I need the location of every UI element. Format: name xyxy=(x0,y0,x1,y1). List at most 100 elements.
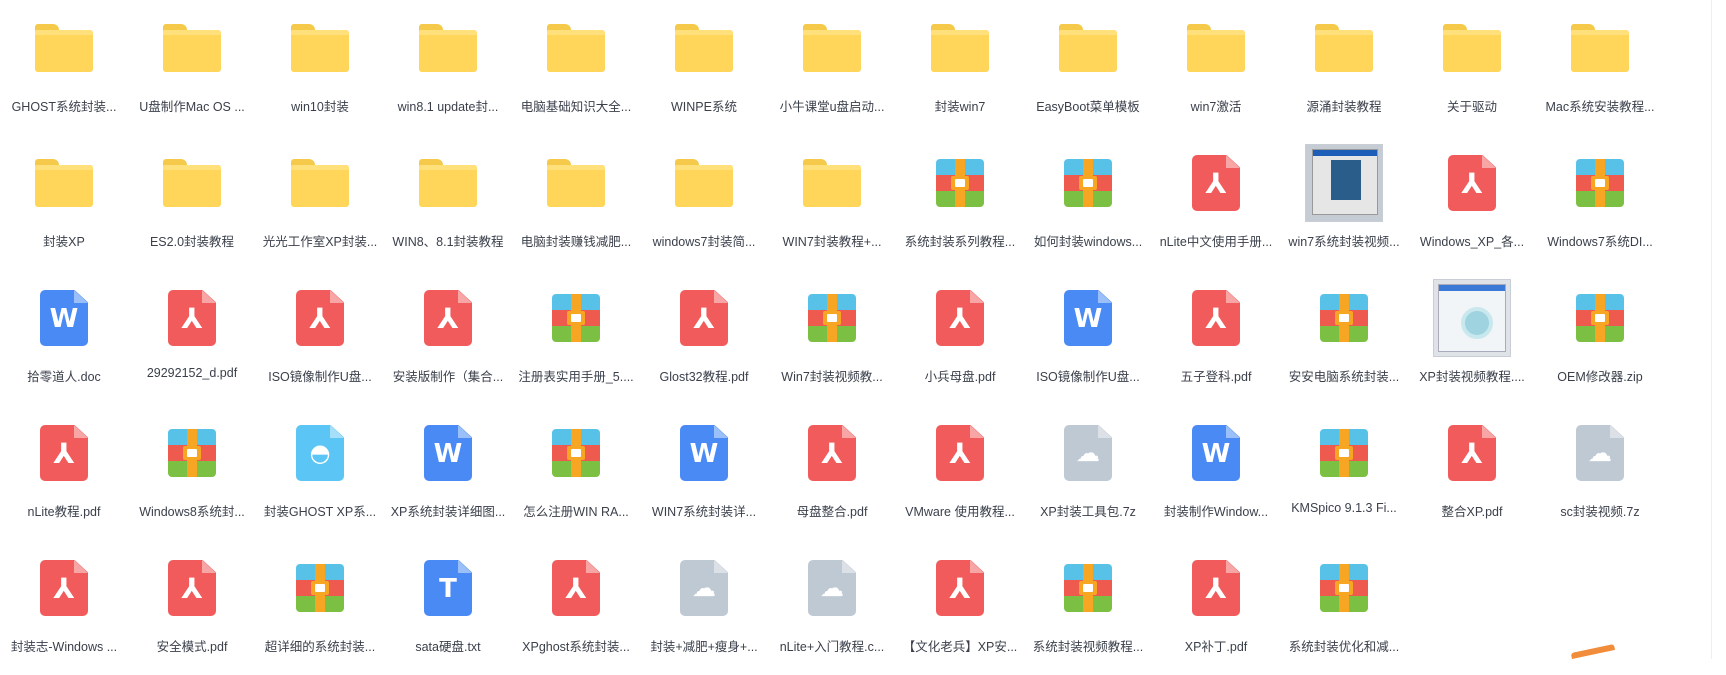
file-item-icon: ⅄ xyxy=(0,417,128,489)
file-item[interactable]: ⅄ XP补丁.pdf xyxy=(1152,540,1280,675)
file-item[interactable]: 封装XP xyxy=(0,135,128,270)
file-item[interactable]: 超详细的系统封装... xyxy=(256,540,384,675)
file-item-label: OEM修改器.zip xyxy=(1557,370,1643,384)
folder-icon xyxy=(547,159,605,207)
file-item[interactable]: Tsata硬盘.txt xyxy=(384,540,512,675)
pdf-icon: ⅄ xyxy=(552,560,600,616)
file-item-icon xyxy=(384,147,512,219)
file-item[interactable]: ⅄ ISO镜像制作U盘... xyxy=(256,270,384,405)
archive-icon xyxy=(1320,294,1368,342)
file-item-label: Windows8系统封... xyxy=(139,505,245,519)
word-doc-icon: W xyxy=(424,425,472,481)
file-item-label: XP封装工具包.7z xyxy=(1040,505,1136,519)
folder-icon xyxy=(1443,24,1501,72)
file-item[interactable]: WINPE系统 xyxy=(640,0,768,135)
file-item[interactable]: ⅄ 封装志-Windows ... xyxy=(0,540,128,675)
file-item-label: WIN7封装教程+... xyxy=(782,235,882,249)
pdf-icon: ⅄ xyxy=(168,560,216,616)
file-item[interactable]: ⅄ 整合XP.pdf xyxy=(1408,405,1536,540)
file-item[interactable]: ⅄ 小兵母盘.pdf xyxy=(896,270,1024,405)
file-item[interactable]: W ISO镜像制作U盘... xyxy=(1024,270,1152,405)
file-item[interactable]: ⅄ 【文化老兵】XP安... xyxy=(896,540,1024,675)
file-item[interactable]: ☁ XP封装工具包.7z xyxy=(1024,405,1152,540)
file-item[interactable]: GHOST系统封装... xyxy=(0,0,128,135)
folder-icon xyxy=(1571,24,1629,72)
file-item[interactable]: XP封装视频教程.... xyxy=(1408,270,1536,405)
file-item-label: XPghost系统封装... xyxy=(522,640,630,654)
file-item[interactable]: ☁ sc封装视频.7z xyxy=(1536,405,1664,540)
file-item[interactable]: OEM修改器.zip xyxy=(1536,270,1664,405)
file-item[interactable]: ⅄ VMware 使用教程... xyxy=(896,405,1024,540)
file-item[interactable]: 安安电脑系统封装... xyxy=(1280,270,1408,405)
archive-icon xyxy=(1320,564,1368,612)
file-item-icon xyxy=(896,147,1024,219)
file-item-label: win10封装 xyxy=(291,100,349,114)
empty-slot xyxy=(1536,540,1664,675)
file-item[interactable]: ⅄ 母盘整合.pdf xyxy=(768,405,896,540)
file-item[interactable]: win7系统封装视频... xyxy=(1280,135,1408,270)
file-item[interactable]: Mac系统安装教程... xyxy=(1536,0,1664,135)
file-item[interactable]: 系统封装系列教程... xyxy=(896,135,1024,270)
file-item-icon xyxy=(384,12,512,84)
file-item[interactable]: Windows7系统DI... xyxy=(1536,135,1664,270)
scrollbar-track[interactable] xyxy=(1716,0,1726,659)
file-item[interactable]: win7激活 xyxy=(1152,0,1280,135)
file-item[interactable]: 怎么注册WIN RA... xyxy=(512,405,640,540)
file-item[interactable]: W 封装制作Window... xyxy=(1152,405,1280,540)
file-item[interactable]: ☁ nLite+入门教程.c... xyxy=(768,540,896,675)
file-item-label: 拾零道人.doc xyxy=(27,370,101,384)
file-item[interactable]: win10封装 xyxy=(256,0,384,135)
file-item[interactable]: ⅄ Windows_XP_各... xyxy=(1408,135,1536,270)
file-item[interactable]: ⅄ Glost32教程.pdf xyxy=(640,270,768,405)
file-item[interactable]: 源涌封装教程 xyxy=(1280,0,1408,135)
file-item[interactable]: 封装win7 xyxy=(896,0,1024,135)
file-item[interactable]: ◓ 封装GHOST XP系... xyxy=(256,405,384,540)
file-item[interactable]: EasyBoot菜单模板 xyxy=(1024,0,1152,135)
file-item[interactable]: ⅄ nLite中文使用手册... xyxy=(1152,135,1280,270)
file-item[interactable]: WIN8、8.1封装教程 xyxy=(384,135,512,270)
file-item[interactable]: ⅄ 安装版制作（集合... xyxy=(384,270,512,405)
file-item[interactable]: win8.1 update封... xyxy=(384,0,512,135)
file-item-label: XP封装视频教程.... xyxy=(1419,370,1525,384)
file-item[interactable]: ⅄ XPghost系统封装... xyxy=(512,540,640,675)
file-item[interactable]: U盘制作Mac OS ... xyxy=(128,0,256,135)
file-item[interactable]: WIN7封装教程+... xyxy=(768,135,896,270)
file-item[interactable]: Windows8系统封... xyxy=(128,405,256,540)
file-item[interactable]: ⅄ nLite教程.pdf xyxy=(0,405,128,540)
file-item[interactable]: 电脑封装赚钱减肥... xyxy=(512,135,640,270)
file-item[interactable]: W 拾零道人.doc xyxy=(0,270,128,405)
file-item-label: 小牛课堂u盘启动... xyxy=(779,100,885,114)
file-item[interactable]: W XP系统封装详细图... xyxy=(384,405,512,540)
file-item[interactable]: ⅄ 五子登科.pdf xyxy=(1152,270,1280,405)
file-item-label: 安全模式.pdf xyxy=(156,640,228,654)
file-item-label: win7激活 xyxy=(1190,100,1242,114)
file-item-icon xyxy=(128,147,256,219)
file-item[interactable]: ⅄ 安全模式.pdf xyxy=(128,540,256,675)
file-item-label: 封装制作Window... xyxy=(1163,505,1269,519)
file-item-label: nLite教程.pdf xyxy=(27,505,101,519)
file-item[interactable]: 关于驱动 xyxy=(1408,0,1536,135)
pdf-icon: ⅄ xyxy=(1192,155,1240,211)
pdf-icon: ⅄ xyxy=(680,290,728,346)
file-item[interactable]: 如何封装windows... xyxy=(1024,135,1152,270)
file-item[interactable]: 电脑基础知识大全... xyxy=(512,0,640,135)
file-item[interactable]: W WIN7系统封装详... xyxy=(640,405,768,540)
file-item-label: Win7封装视频教... xyxy=(781,370,883,384)
file-item[interactable]: 小牛课堂u盘启动... xyxy=(768,0,896,135)
file-item[interactable]: 光光工作室XP封装... xyxy=(256,135,384,270)
file-item[interactable]: 注册表实用手册_5.... xyxy=(512,270,640,405)
pdf-icon: ⅄ xyxy=(296,290,344,346)
file-item-icon xyxy=(768,147,896,219)
file-item[interactable]: 系统封装优化和减... xyxy=(1280,540,1408,675)
file-item[interactable]: Win7封装视频教... xyxy=(768,270,896,405)
file-item[interactable]: windows7封装简... xyxy=(640,135,768,270)
file-item[interactable]: KMSpico 9.1.3 Fi... xyxy=(1280,405,1408,540)
file-item-label: ISO镜像制作U盘... xyxy=(1036,370,1140,384)
file-item[interactable]: ☁ 封装+减肥+瘦身+... xyxy=(640,540,768,675)
file-item-icon: ◓ xyxy=(256,417,384,489)
file-item[interactable]: ⅄ 29292152_d.pdf xyxy=(128,270,256,405)
pdf-icon: ⅄ xyxy=(1192,560,1240,616)
file-item[interactable]: 系统封装视频教程... xyxy=(1024,540,1152,675)
file-item-label: 小兵母盘.pdf xyxy=(924,370,996,384)
file-item[interactable]: ES2.0封装教程 xyxy=(128,135,256,270)
